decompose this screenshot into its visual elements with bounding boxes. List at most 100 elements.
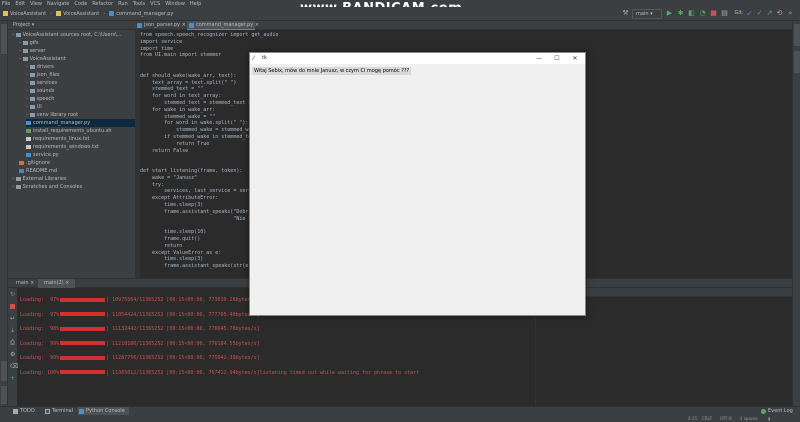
tree-item[interactable]: › External Libraries [12,175,135,183]
database-tool-tab[interactable] [794,24,800,46]
stop-icon[interactable] [10,304,15,309]
code-line: for word in wake.split(" "): [140,120,249,127]
scroll-end-icon[interactable]: ⇣ [10,328,15,334]
tree-item[interactable]: › venv library root [26,111,135,119]
tree-item[interactable]: › server [19,47,135,55]
caret-position[interactable]: 4:15 [688,415,697,422]
tree-item-label: UI [36,104,42,110]
run-tab-main-2[interactable]: main(2) × [38,279,76,288]
menu-tools[interactable]: Tools [133,1,145,7]
assistant-message: Witaj Sebix, mów do mnie Janusz, w czym … [252,67,412,75]
tree-item[interactable]: › VoiceAssistant [19,55,135,63]
minimize-button[interactable]: — [531,54,547,63]
print-icon[interactable]: ⎙ [10,340,15,346]
breadcrumb-folder[interactable]: VoiceAssistant [56,11,99,17]
menu-file[interactable]: File [2,1,10,7]
tree-item-label: gifs [29,40,39,46]
coverage-icon[interactable]: ◧ [688,10,695,17]
code-line: services, last_service = servi [140,188,255,195]
tk-titlebar[interactable]: ⁄ tk — ☐ ✕ [250,53,585,64]
project-panel: Project ▾ › VoiceAssistant sources root,… [8,21,135,278]
tree-item[interactable]: .gitignore [19,159,135,167]
run-icon[interactable]: ▶ [666,10,673,17]
tree-item[interactable]: › json_files [26,71,135,79]
project-panel-header[interactable]: Project ▾ [8,21,135,30]
code-line: stemmed_wake = "" [140,113,216,120]
breadcrumb-separator: › [50,10,53,17]
close-button[interactable]: ✕ [567,54,583,63]
tree-item[interactable]: install_requirements_ubuntu.sh [26,127,135,135]
favorites-tool-tab[interactable] [1,386,7,404]
menu-navigate[interactable]: Navigate [47,1,69,7]
tree-item-label: Scratches and Consoles [22,184,83,190]
project-tool-tab[interactable] [1,24,7,54]
menu-code[interactable]: Code [74,1,87,7]
progress-bar [60,297,106,302]
menu-window[interactable]: Window [165,1,185,7]
maximize-button[interactable]: ☐ [549,54,565,63]
run-config-select[interactable]: main ▾ [632,9,662,19]
menu-edit[interactable]: Edit [15,1,25,7]
progress-bar [60,370,106,374]
sciview-tool-tab[interactable] [794,51,800,73]
git-commit-icon[interactable]: ✓ [756,10,763,17]
settings-icon[interactable]: ⚙ [10,352,15,358]
menu-help[interactable]: Help [190,1,201,7]
soft-wrap-icon[interactable]: ↵ [10,316,15,322]
tree-item[interactable]: › drivers [26,63,135,71]
menu-refactor[interactable]: Refactor [92,1,113,7]
git-update-icon[interactable]: ↙ [746,10,753,17]
indent-setting[interactable]: 4 spaces [740,415,758,422]
tree-item[interactable]: › speech [26,95,135,103]
bottom-tool-tabs: TODO Terminal Python Console Event Log [0,406,800,416]
folder-icon [29,80,35,85]
tree-item[interactable]: README.md [19,167,135,175]
tree-item[interactable]: requirements_windows.txt [26,143,135,151]
tree-item[interactable]: › VoiceAssistant sources root, C:\Users\… [12,31,135,39]
tree-item[interactable]: service.py [26,151,135,159]
git-label: Git: [734,10,744,16]
file-encoding[interactable]: UTF-8 [720,415,732,422]
tree-item[interactable]: › Scratches and Consoles [12,183,135,191]
breadcrumb-file[interactable]: command_manager.py [109,11,173,17]
tree-item-label: server [29,48,46,54]
python-file-icon [26,120,31,125]
code-line: time.sleep(3) [140,202,204,208]
git-push-icon[interactable]: ↗ [766,10,773,17]
tab-command-manager[interactable]: command_manager.py × [187,21,259,30]
tree-item[interactable]: › gifs [19,39,135,47]
tree-item[interactable]: › UI [26,103,135,111]
run-tab-main[interactable]: main × [10,279,40,288]
menu-vcs[interactable]: VCS [150,1,160,7]
run-toolbar: ↻ ↵ ⇣ ⎙ ⚙ ⌫ + [8,288,18,407]
tab-json-parser[interactable]: json_parser.py × [135,21,186,30]
python-interpreter[interactable]: ▮ [768,415,770,422]
history-icon[interactable]: ⟲ [776,10,783,17]
tree-item[interactable]: command_manager.py [26,119,135,127]
code-line: time.sleep(3) [140,256,204,263]
tree-item[interactable]: › services [26,79,135,87]
breadcrumb-project[interactable]: VoiceAssistant [3,11,46,17]
tree-item-label: requirements_windows.txt [33,144,100,150]
menu-run[interactable]: Run [118,1,128,7]
menu-view[interactable]: View [30,1,42,7]
hammer-icon[interactable]: ⚒ [622,10,629,17]
file-icon [19,160,24,165]
tree-item-label: services [36,80,58,86]
file-icon [19,168,24,173]
debug-icon[interactable]: ✱ [677,10,684,17]
layout-icon[interactable]: ▤ [721,10,728,17]
tree-item[interactable]: requirements_linux.txt [26,135,135,143]
structure-tool-tab[interactable] [1,361,7,381]
trash-icon[interactable]: ⌫ [10,364,18,370]
rerun-icon[interactable]: ↻ [10,292,15,298]
stop-icon[interactable]: ■ [710,10,717,17]
add-icon[interactable]: + [10,376,15,382]
breadcrumb-separator: › [103,10,106,17]
line-separator[interactable]: CRLF [702,415,712,422]
progress-percent: Loading: 99% [20,355,60,361]
search-icon[interactable]: ⌕ [787,10,794,17]
profile-icon[interactable]: ◔ [699,10,706,17]
tree-item[interactable]: › sounds [26,87,135,95]
progress-bar [60,326,106,331]
